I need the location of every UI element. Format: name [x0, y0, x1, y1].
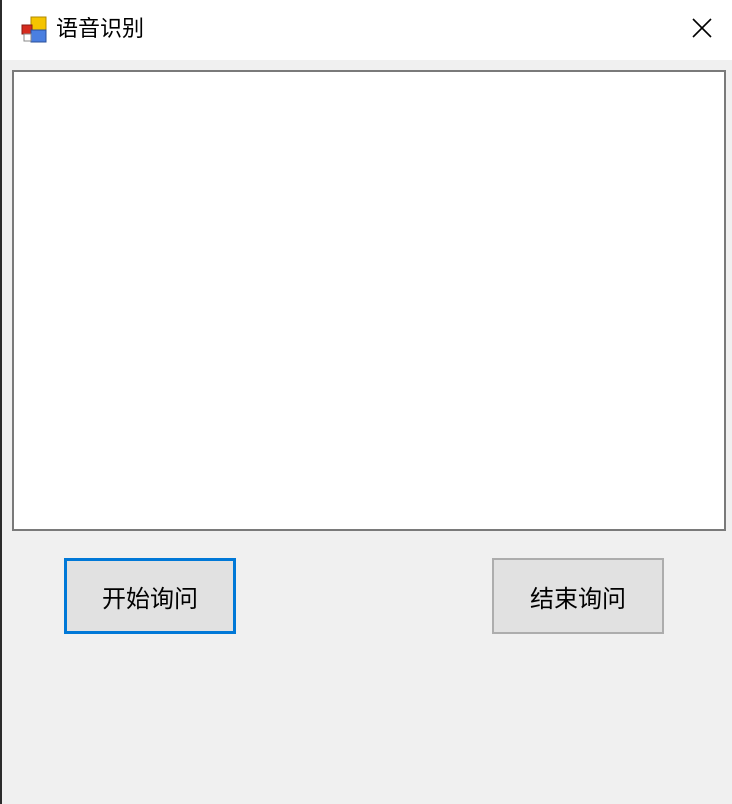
end-inquiry-button[interactable]: 结束询问 — [492, 558, 664, 634]
app-icon — [21, 16, 49, 43]
close-button[interactable] — [672, 8, 732, 52]
start-inquiry-button[interactable]: 开始询问 — [64, 558, 236, 634]
app-window: 语音识别 开始询问 结束询问 — [0, 0, 732, 804]
close-icon — [690, 16, 714, 44]
title-bar[interactable]: 语音识别 — [2, 0, 732, 60]
output-text-area[interactable] — [12, 70, 726, 531]
window-left-edge — [0, 0, 2, 804]
window-title: 语音识别 — [56, 17, 145, 42]
